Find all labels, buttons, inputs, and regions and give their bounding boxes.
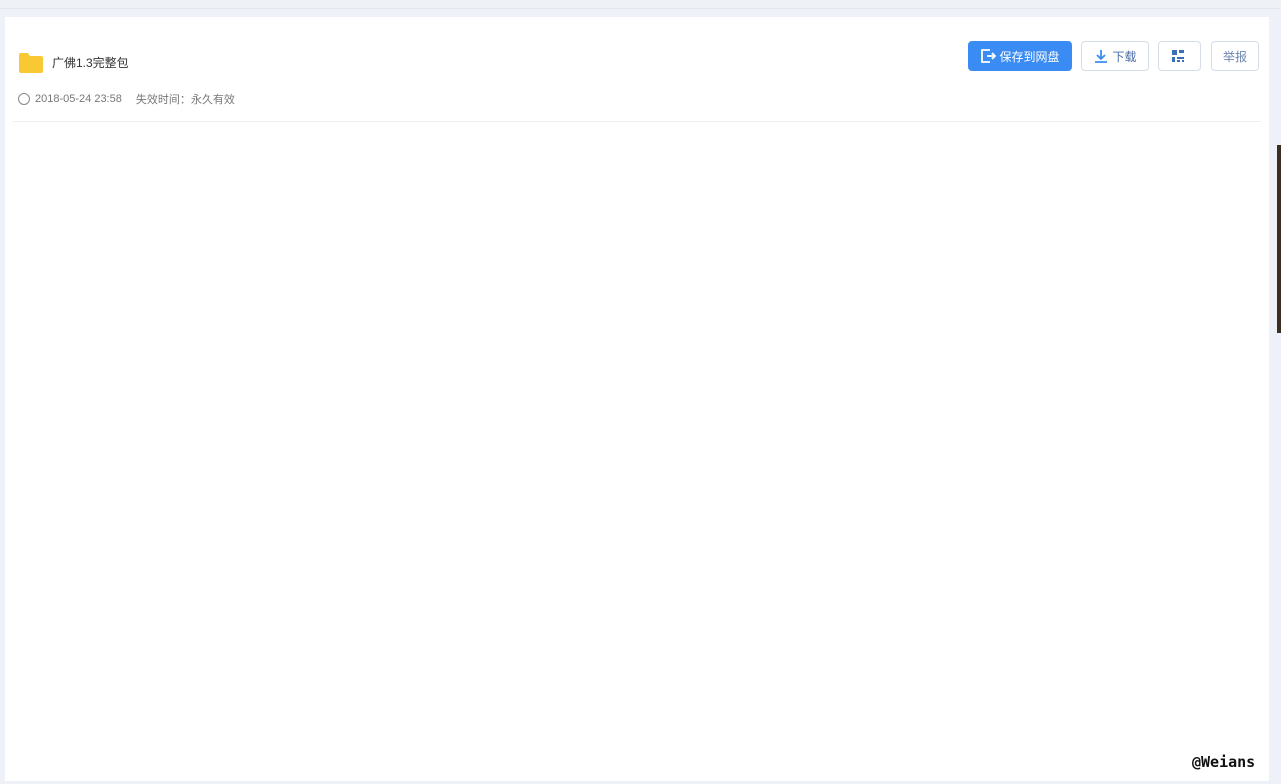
save-icon <box>981 49 997 63</box>
expire-time: 失效时间：永久有效 <box>135 94 235 106</box>
share-card: 广佛1.3完整包 2018-05-24 23:58 失效时间：永久有效 保存到网… <box>5 17 1269 781</box>
report-button[interactable]: 举报 <box>1211 41 1259 71</box>
download-label: 下载 <box>1112 49 1137 64</box>
scrollbar-thumb[interactable] <box>1277 145 1281 333</box>
clock-icon <box>18 93 30 105</box>
report-label: 举报 <box>1222 49 1247 64</box>
watermark: @Weians <box>1192 753 1256 771</box>
qrcode-button[interactable] <box>1158 41 1201 71</box>
save-to-netdisk-button[interactable]: 保存到网盘 <box>968 41 1072 71</box>
save-label: 保存到网盘 <box>999 49 1060 64</box>
download-icon <box>1095 50 1108 63</box>
folder-icon <box>19 53 43 73</box>
file-meta: 2018-05-24 23:58 失效时间：永久有效 <box>18 91 235 107</box>
file-name: 广佛1.3完整包 <box>52 56 129 70</box>
download-button[interactable]: 下载 <box>1081 41 1149 71</box>
divider <box>13 121 1261 122</box>
qrcode-icon <box>1172 50 1184 62</box>
share-date: 2018-05-24 23:58 <box>35 93 122 105</box>
top-bar <box>0 0 1281 9</box>
